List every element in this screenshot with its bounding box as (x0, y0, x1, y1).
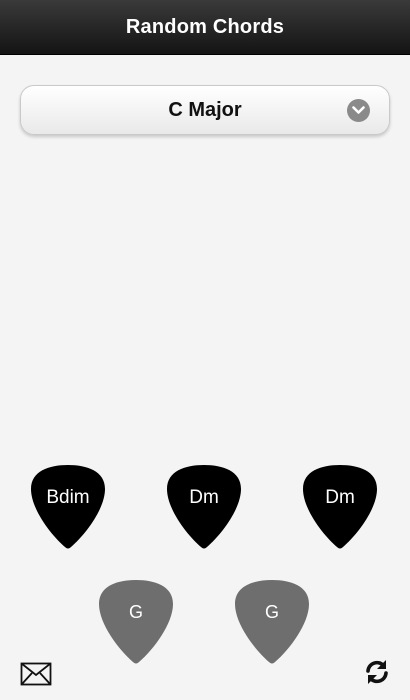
refresh-icon[interactable] (363, 658, 391, 691)
chord-pick-bdim[interactable]: Bdim (29, 463, 107, 551)
chord-label: G (264, 602, 279, 622)
chord-label: Dm (325, 487, 355, 508)
chevron-down-icon (347, 99, 370, 122)
chord-pick-dm-1[interactable]: Dm (165, 463, 243, 551)
mail-icon[interactable] (20, 662, 52, 691)
chord-pick-g-1[interactable]: G (97, 578, 175, 666)
key-selector[interactable]: C Major (20, 85, 390, 135)
chord-pick-g-2[interactable]: G (233, 578, 311, 666)
chord-label: Bdim (46, 487, 90, 508)
chord-label: Dm (189, 487, 219, 508)
app-header: Random Chords (0, 0, 410, 55)
chord-pick-dm-2[interactable]: Dm (301, 463, 379, 551)
chord-label: G (128, 602, 143, 622)
app-title: Random Chords (125, 15, 285, 38)
key-selector-value: C Major (168, 98, 242, 121)
